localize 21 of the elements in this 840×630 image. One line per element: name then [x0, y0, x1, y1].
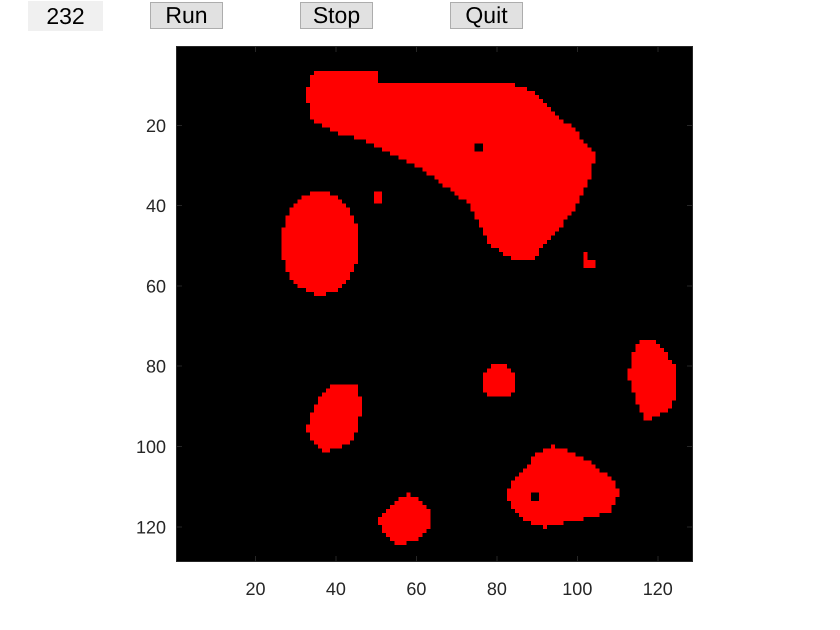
counter-display: 232 — [28, 1, 103, 31]
y-tick-label: 80 — [146, 356, 166, 377]
speck — [583, 252, 596, 268]
x-tick-label: 20 — [245, 579, 266, 599]
x-tick-label: 100 — [562, 579, 592, 599]
y-tick-label: 40 — [146, 196, 166, 216]
y-tick-label: 20 — [146, 116, 166, 136]
y-tick-label: 120 — [136, 517, 166, 538]
speck — [374, 192, 382, 204]
blob — [378, 492, 430, 545]
blob — [306, 384, 362, 453]
y-tick-label: 100 — [136, 437, 166, 458]
x-tick-label: 120 — [642, 579, 673, 599]
stop-button[interactable]: Stop — [300, 2, 373, 29]
blob — [482, 364, 515, 396]
x-tick-label: 80 — [486, 579, 507, 599]
x-tick-label: 60 — [406, 579, 426, 599]
y-tick-label: 60 — [146, 276, 166, 296]
run-button[interactable]: Run — [150, 2, 223, 29]
quit-button[interactable]: Quit — [450, 2, 523, 29]
x-tick-label: 40 — [326, 579, 346, 599]
